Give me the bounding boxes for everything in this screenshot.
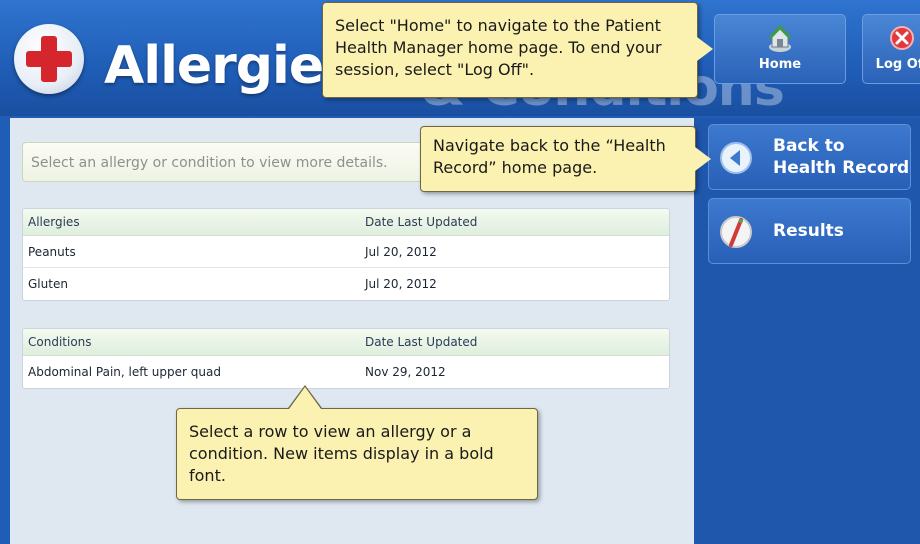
- home-button[interactable]: Home: [714, 14, 846, 84]
- red-cross-logo-icon: [14, 24, 84, 94]
- log-off-button-label: Log Off: [875, 57, 920, 72]
- column-header-date: Date Last Updated: [365, 335, 478, 349]
- log-off-button[interactable]: Log Off: [862, 14, 920, 84]
- table-header: Allergies Date Last Updated: [23, 209, 669, 236]
- table-row[interactable]: Gluten Jul 20, 2012: [23, 268, 669, 300]
- allergy-date: Jul 20, 2012: [365, 277, 437, 291]
- allergy-name: Peanuts: [28, 244, 76, 259]
- allergy-name: Gluten: [28, 277, 68, 291]
- right-sidebar: Back to Health Record Results: [694, 118, 920, 544]
- home-icon: [768, 24, 792, 52]
- column-header-allergies: Allergies: [28, 215, 80, 229]
- condition-date: Nov 29, 2012: [365, 365, 446, 379]
- back-button-label: Back to Health Record: [773, 136, 910, 178]
- results-button[interactable]: Results: [708, 198, 911, 264]
- close-icon: [890, 26, 914, 50]
- column-header-conditions: Conditions: [28, 335, 92, 349]
- home-button-label: Home: [758, 57, 802, 72]
- table-row[interactable]: Abdominal Pain, left upper quad Nov 29, …: [23, 356, 669, 388]
- allergy-date: Jul 20, 2012: [365, 244, 437, 259]
- allergies-table: Allergies Date Last Updated Peanuts Jul …: [22, 208, 670, 301]
- back-arrow-icon: [720, 142, 752, 174]
- conditions-table: Conditions Date Last Updated Abdominal P…: [22, 328, 670, 389]
- results-button-label: Results: [773, 221, 844, 241]
- results-icon: [720, 216, 752, 248]
- callout-text: Select "Home" to navigate to the Patient…: [335, 16, 662, 79]
- table-row[interactable]: Peanuts Jul 20, 2012: [23, 236, 669, 268]
- page-title: Allergies: [104, 36, 354, 96]
- table-header: Conditions Date Last Updated: [23, 329, 669, 356]
- back-to-health-record-button[interactable]: Back to Health Record: [708, 124, 911, 190]
- callout-row-help: Select a row to view an allergy or a con…: [176, 385, 538, 500]
- callout-text: Navigate back to the “Health Record” hom…: [433, 136, 666, 177]
- column-header-date: Date Last Updated: [365, 215, 478, 229]
- callout-home-help: Select "Home" to navigate to the Patient…: [322, 2, 713, 98]
- condition-name: Abdominal Pain, left upper quad: [28, 365, 221, 379]
- callout-back-help: Navigate back to the “Health Record” hom…: [420, 126, 711, 192]
- callout-text: Select a row to view an allergy or a con…: [189, 422, 494, 485]
